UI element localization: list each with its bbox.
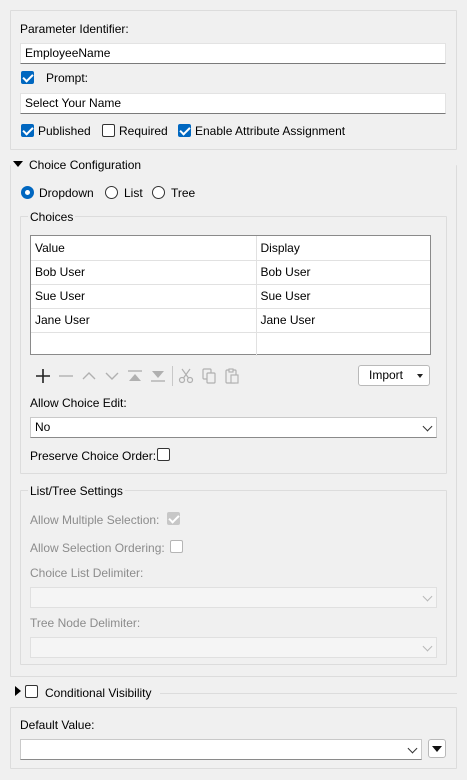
published-checkbox[interactable]: [21, 124, 34, 137]
table-cell[interactable]: Sue User: [31, 284, 257, 309]
list-tree-settings-label: List/Tree Settings: [28, 484, 125, 498]
display-column-header[interactable]: Display: [256, 236, 430, 261]
move-top-icon[interactable]: [127, 368, 143, 384]
remove-icon[interactable]: [58, 368, 74, 384]
preserve-choice-order-checkbox[interactable]: [157, 448, 170, 461]
default-value-select[interactable]: [20, 739, 422, 760]
add-icon[interactable]: [35, 368, 51, 384]
allow-choice-edit-value: No: [35, 420, 51, 434]
table-row-empty[interactable]: [31, 332, 430, 356]
move-up-icon[interactable]: [81, 368, 97, 384]
table-row[interactable]: Jane User Jane User: [31, 308, 430, 333]
table-cell[interactable]: [256, 332, 430, 356]
tree-label: Tree: [171, 186, 196, 200]
parameter-identifier-label: Parameter Identifier:: [20, 22, 129, 36]
table-row[interactable]: Bob User Bob User: [31, 260, 430, 285]
choices-table: Value Display Bob User Bob User Sue User…: [30, 235, 431, 356]
prompt-label: Prompt:: [46, 71, 89, 85]
table-cell[interactable]: Sue User: [256, 284, 430, 309]
copy-icon[interactable]: [201, 368, 217, 384]
preserve-choice-order-label: Preserve Choice Order:: [30, 449, 157, 463]
list-radio[interactable]: [105, 186, 118, 199]
toolbar-separator: [172, 366, 173, 386]
choices-group-label: Choices: [28, 210, 76, 224]
table-cell[interactable]: Bob User: [31, 260, 257, 285]
choice-list-delimiter-select[interactable]: [30, 587, 437, 608]
import-button[interactable]: Import: [358, 365, 430, 386]
chevron-down-icon: [422, 421, 433, 432]
triangle-down-icon: [432, 746, 442, 752]
table-cell[interactable]: [31, 332, 257, 356]
table-header-row: Value Display: [31, 236, 430, 261]
allow-multiple-selection-label: Allow Multiple Selection:: [30, 513, 160, 527]
chevron-down-icon: [422, 641, 433, 652]
default-value-label: Default Value:: [20, 718, 95, 732]
table-row[interactable]: Sue User Sue User: [31, 284, 430, 309]
published-label: Published: [38, 124, 91, 138]
cut-icon[interactable]: [178, 368, 194, 384]
enable-attribute-assignment-checkbox[interactable]: [178, 124, 191, 137]
dropdown-radio[interactable]: [21, 186, 34, 199]
enable-attribute-assignment-label: Enable Attribute Assignment: [195, 124, 346, 138]
paste-icon[interactable]: [224, 368, 240, 384]
value-column-header[interactable]: Value: [31, 236, 257, 261]
table-cell[interactable]: Bob User: [256, 260, 430, 285]
table-cell[interactable]: Jane User: [256, 308, 430, 333]
move-bottom-icon[interactable]: [150, 368, 166, 384]
list-label: List: [124, 186, 143, 200]
conditional-visibility-checkbox[interactable]: [25, 685, 38, 698]
default-value-menu-button[interactable]: [428, 739, 446, 758]
allow-choice-edit-select[interactable]: No: [30, 417, 437, 438]
table-cell[interactable]: Jane User: [31, 308, 257, 333]
required-label: Required: [119, 124, 168, 138]
parameter-identifier-input[interactable]: EmployeeName: [20, 43, 446, 64]
chevron-down-icon: [422, 591, 433, 602]
choice-list-delimiter-label: Choice List Delimiter:: [30, 566, 144, 580]
allow-multiple-selection-checkbox[interactable]: [167, 512, 180, 525]
allow-choice-edit-label: Allow Choice Edit:: [30, 396, 127, 410]
allow-selection-ordering-label: Allow Selection Ordering:: [30, 541, 165, 555]
chevron-down-icon: [417, 374, 423, 378]
tree-node-delimiter-select[interactable]: [30, 637, 437, 658]
allow-selection-ordering-checkbox[interactable]: [170, 540, 183, 553]
tree-radio[interactable]: [152, 186, 165, 199]
dropdown-label: Dropdown: [39, 186, 94, 200]
divider: [160, 693, 457, 694]
required-checkbox[interactable]: [102, 124, 115, 137]
move-down-icon[interactable]: [104, 368, 120, 384]
conditional-visibility-label: Conditional Visibility: [45, 686, 152, 700]
expand-arrow-icon[interactable]: [15, 686, 21, 696]
prompt-checkbox[interactable]: [21, 71, 34, 84]
import-button-label: Import: [369, 368, 404, 382]
tree-node-delimiter-label: Tree Node Delimiter:: [30, 616, 141, 630]
chevron-down-icon: [407, 743, 418, 754]
prompt-input[interactable]: Select Your Name: [20, 93, 446, 114]
